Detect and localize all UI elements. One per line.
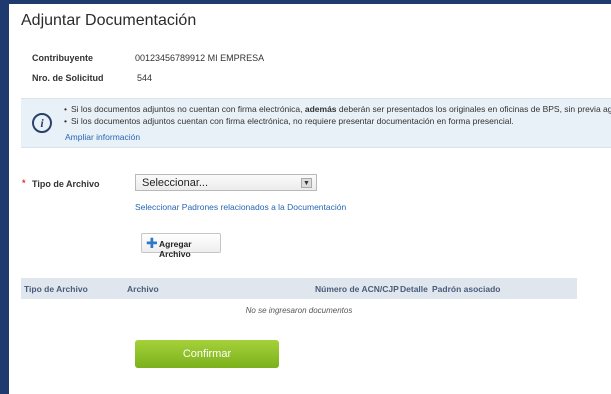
confirmar-button[interactable]: Confirmar bbox=[135, 340, 279, 368]
info-line-1-bold: además bbox=[304, 104, 337, 114]
info-line-1-post: deberán ser presentados los originales e… bbox=[336, 104, 611, 114]
required-marker: * bbox=[22, 178, 26, 188]
column-numero-acn: Número de ACN/CJP bbox=[315, 284, 399, 294]
contribuyente-value: 00123456789912 MI EMPRESA bbox=[135, 53, 265, 63]
info-line-1: • Si los documentos adjuntos no cuentan c… bbox=[64, 104, 611, 114]
window-frame-left bbox=[0, 0, 9, 394]
info-line-2-text: Si los documentos adjuntos cuentan con f… bbox=[70, 116, 514, 126]
column-archivo: Archivo bbox=[127, 284, 159, 294]
column-padron-asociado: Padrón asociado bbox=[432, 284, 501, 294]
tipo-archivo-select[interactable]: Seleccionar... ▼ bbox=[135, 174, 317, 191]
plus-icon: ✚ bbox=[146, 235, 158, 251]
info-icon: i bbox=[32, 113, 52, 133]
info-line-1-pre: Si los documentos adjuntos no cuentan co… bbox=[70, 104, 305, 114]
ampliar-informacion-link[interactable]: Ampliar información bbox=[65, 132, 140, 142]
page-title: Adjuntar Documentación bbox=[21, 12, 197, 29]
contribuyente-label: Contribuyente bbox=[32, 53, 94, 63]
agregar-archivo-button[interactable]: ✚ Agregar Archivo bbox=[141, 233, 221, 259]
chevron-down-icon[interactable]: ▼ bbox=[301, 178, 312, 188]
info-line-2: • Si los documentos adjuntos cuentan con … bbox=[64, 116, 514, 126]
select-value: Seleccionar... bbox=[142, 177, 209, 189]
column-detalle: Detalle bbox=[400, 284, 428, 294]
agregar-archivo-label: Agregar Archivo bbox=[159, 239, 192, 259]
empty-table-message: No se ingresaron documentos bbox=[245, 306, 353, 315]
window-frame-top bbox=[0, 0, 611, 4]
column-tipo-archivo: Tipo de Archivo bbox=[24, 284, 88, 294]
solicitud-label: Nro. de Solicitud bbox=[32, 73, 104, 83]
tipo-archivo-label: Tipo de Archivo bbox=[32, 179, 100, 189]
documents-table-header: Tipo de Archivo Archivo Número de ACN/CJ… bbox=[21, 278, 577, 299]
solicitud-value: 544 bbox=[137, 73, 153, 83]
info-box: i • Si los documentos adjuntos no cuentan… bbox=[21, 98, 611, 148]
seleccionar-padrones-link[interactable]: Seleccionar Padrones relacionados a la D… bbox=[135, 202, 346, 212]
